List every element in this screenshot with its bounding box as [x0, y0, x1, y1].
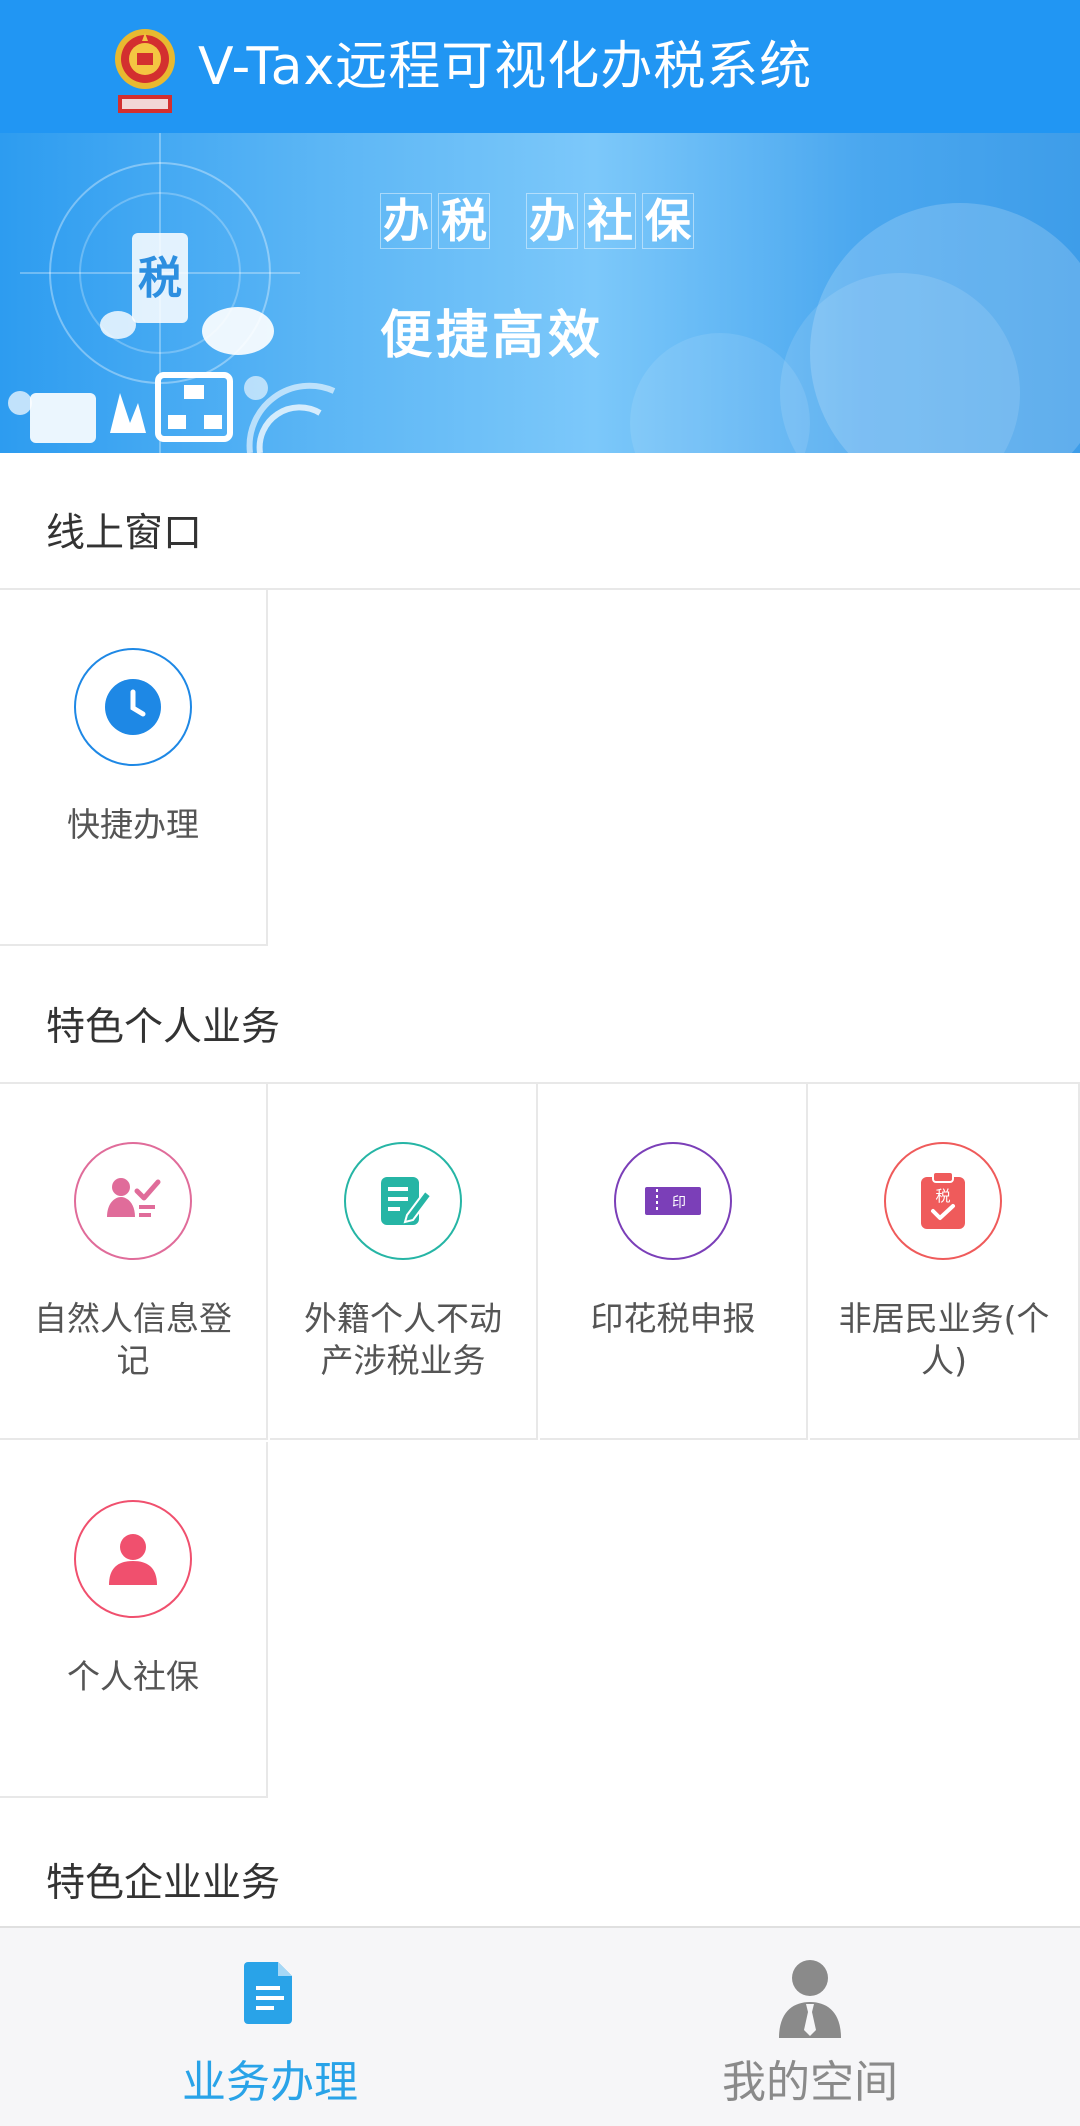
promo-banner[interactable]: 税 办 税 办 社 保 便捷高效: [0, 133, 1080, 453]
user-icon: [779, 1960, 841, 2038]
tile-foreign-real-estate-tax[interactable]: 外籍个人不动产涉税业务: [270, 1084, 538, 1440]
section-title-online-window: 线上窗口: [46, 511, 203, 556]
person-check-icon: [107, 1178, 161, 1217]
tile-icon-circle: 税: [884, 1142, 1002, 1260]
tile-quick-handle[interactable]: 快捷办理: [0, 590, 268, 946]
app-title: V-Tax远程可视化办税系统: [198, 37, 813, 97]
banner-char: 办: [380, 193, 432, 249]
tile-label: 外籍个人不动产涉税业务: [304, 1299, 502, 1380]
svg-text:税: 税: [138, 253, 182, 304]
banner-slogan-line1: 办 税 办 社 保: [380, 193, 694, 249]
bottom-tab-bar: 业务办理 我的空间: [0, 1926, 1080, 2126]
tile-stamp-tax-declaration[interactable]: 印 印花税申报: [540, 1084, 808, 1440]
tile-personal-social-security[interactable]: 个人社保: [0, 1442, 268, 1798]
clock-icon: [105, 679, 161, 735]
svg-text:印: 印: [672, 1195, 686, 1211]
section-title-enterprise: 特色企业业务: [46, 1861, 281, 1906]
banner-char: 办: [526, 193, 578, 249]
banner-char: 社: [584, 193, 636, 249]
person-icon: [109, 1534, 157, 1585]
tile-icon-circle: [74, 1500, 192, 1618]
tile-icon-circle: [74, 1142, 192, 1260]
tile-label: 快捷办理: [67, 805, 199, 844]
section-title-personal: 特色个人业务: [46, 1005, 281, 1050]
tile-label: 非居民业务(个人): [838, 1299, 1050, 1380]
tile-natural-person-registration[interactable]: 自然人信息登记: [0, 1084, 268, 1440]
banner-char: 税: [438, 193, 490, 249]
tile-icon-circle: 印: [614, 1142, 732, 1260]
tile-non-resident-individual[interactable]: 税 非居民业务(个人): [810, 1084, 1080, 1440]
stamp-ticket-icon: 印: [645, 1187, 701, 1215]
tab-label: 我的空间: [722, 2057, 898, 2108]
edit-document-icon: [381, 1177, 433, 1225]
tax-clipboard-icon: 税: [921, 1171, 965, 1229]
app-header: V-Tax远程可视化办税系统: [0, 0, 1080, 133]
tab-label: 业务办理: [182, 2057, 358, 2108]
tile-label: 个人社保: [67, 1657, 199, 1696]
tile-icon-circle: [74, 648, 192, 766]
svg-text:税: 税: [935, 1187, 950, 1205]
document-icon: [244, 1962, 292, 2024]
tab-business[interactable]: 业务办理: [0, 1928, 540, 2126]
tile-label: 自然人信息登记: [34, 1299, 232, 1380]
tab-my-space[interactable]: 我的空间: [540, 1928, 1080, 2126]
tax-emblem-icon: [115, 29, 175, 113]
banner-char: 保: [642, 193, 694, 249]
tile-label: 印花税申报: [590, 1299, 756, 1338]
tile-icon-circle: [344, 1142, 462, 1260]
banner-slogan-line2: 便捷高效: [380, 306, 605, 366]
